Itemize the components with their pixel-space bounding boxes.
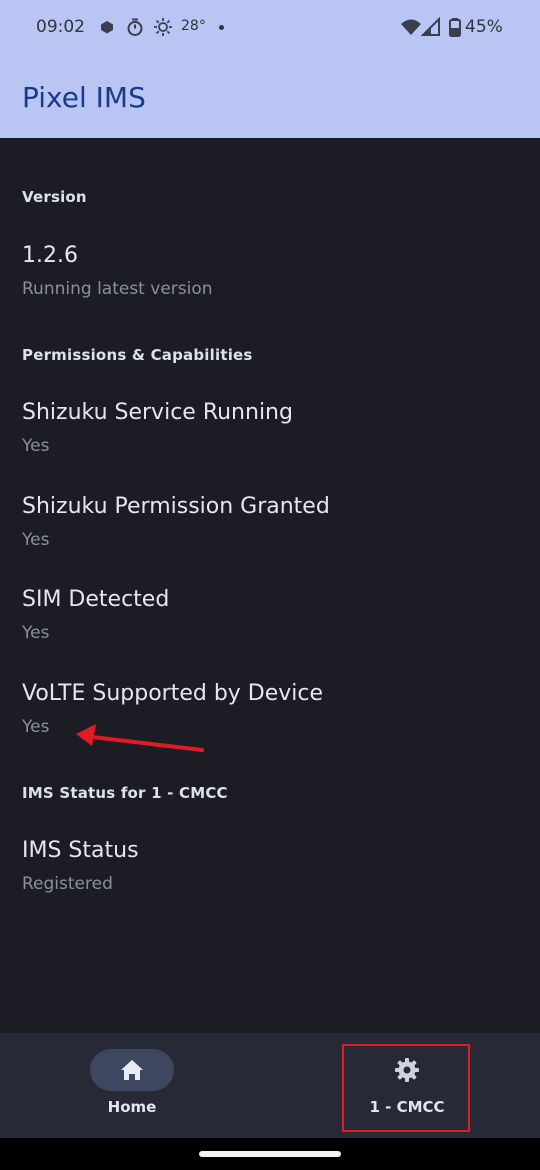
- timer-icon: [127, 18, 143, 36]
- battery-icon: [449, 18, 461, 37]
- home-icon: [121, 1060, 143, 1080]
- annotation-arrow-icon: [76, 724, 204, 752]
- brightness-icon: [154, 18, 172, 36]
- cellular-signal-icon: [420, 16, 440, 36]
- section-header-version: Version: [22, 188, 87, 206]
- list-item-value: Yes: [22, 623, 50, 643]
- list-item-value: Yes: [22, 436, 50, 456]
- list-item-title: Shizuku Permission Granted: [22, 494, 330, 519]
- battery-percentage: 45%: [465, 17, 503, 37]
- section-header-permissions: Permissions & Capabilities: [22, 346, 253, 364]
- gesture-area: [0, 1138, 540, 1170]
- version-status: Running latest version: [22, 279, 213, 299]
- ims-status-value: Registered: [22, 874, 113, 894]
- section-header-ims: IMS Status for 1 - CMCC: [22, 784, 228, 802]
- status-temperature: 28°: [181, 18, 206, 34]
- list-item-value: Yes: [22, 717, 50, 737]
- app-bar: Pixel IMS: [0, 56, 540, 138]
- status-bar: 09:02 28° 45%: [0, 0, 540, 56]
- status-time: 09:02: [36, 17, 85, 37]
- list-item-title: VoLTE Supported by Device: [22, 681, 324, 706]
- app-title: Pixel IMS: [22, 81, 146, 114]
- wifi-icon: [401, 19, 421, 35]
- version-number: 1.2.6: [22, 243, 78, 268]
- nav-home[interactable]: Home: [32, 1033, 232, 1138]
- nav-home-label: Home: [107, 1098, 157, 1116]
- ims-status-title: IMS Status: [22, 838, 139, 863]
- gesture-handle[interactable]: [199, 1151, 341, 1157]
- list-item-title: SIM Detected: [22, 587, 170, 612]
- list-item-value: Yes: [22, 530, 50, 550]
- app-notification-icon: [101, 21, 113, 34]
- notification-dot: [219, 25, 224, 30]
- annotation-highlight-box: [342, 1044, 470, 1132]
- list-item-title: Shizuku Service Running: [22, 400, 293, 425]
